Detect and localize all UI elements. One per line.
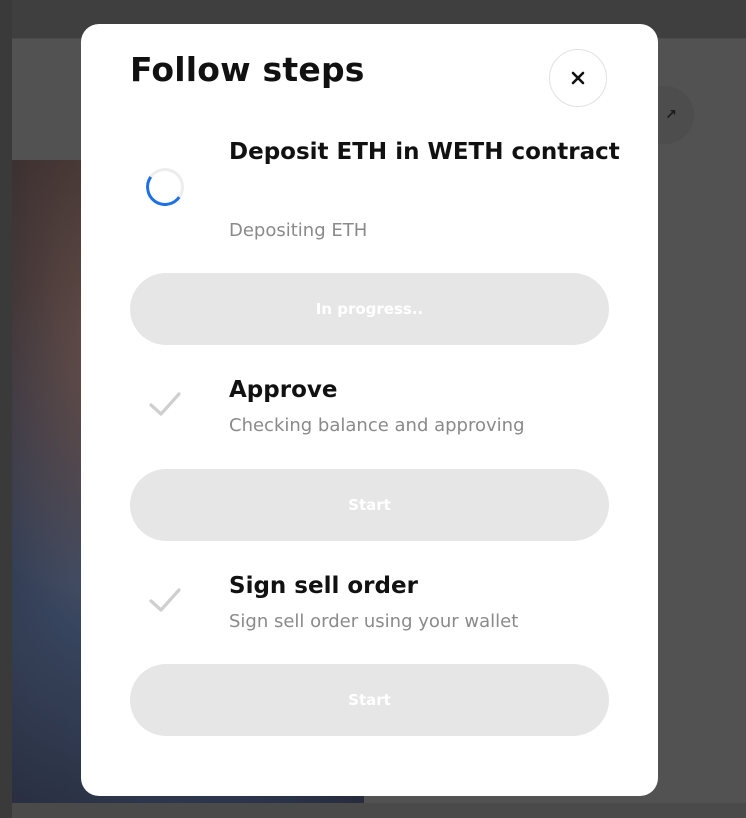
step-description: Depositing ETH	[229, 220, 368, 241]
background-left-strip	[0, 0, 12, 818]
sign-sell-order-start-button[interactable]: Start	[130, 664, 609, 736]
checkmark-icon	[141, 380, 189, 428]
step-title: Deposit ETH in WETH contract	[229, 139, 620, 165]
step-description: Sign sell order using your wallet	[229, 611, 519, 632]
in-progress-button[interactable]: In progress..	[130, 273, 609, 345]
step-title: Sign sell order	[229, 573, 418, 599]
spinner-icon	[141, 163, 189, 211]
checkmark-icon	[141, 576, 189, 624]
close-button[interactable]	[549, 49, 607, 107]
step-description: Checking balance and approving	[229, 415, 525, 436]
close-icon	[571, 71, 585, 85]
external-link-icon: ↗	[665, 107, 677, 123]
follow-steps-modal: Follow steps Deposit ETH in WETH contrac…	[81, 24, 658, 796]
step-title: Approve	[229, 377, 338, 403]
approve-start-button[interactable]: Start	[130, 469, 609, 541]
background-footer	[12, 803, 746, 818]
modal-title: Follow steps	[130, 50, 365, 89]
